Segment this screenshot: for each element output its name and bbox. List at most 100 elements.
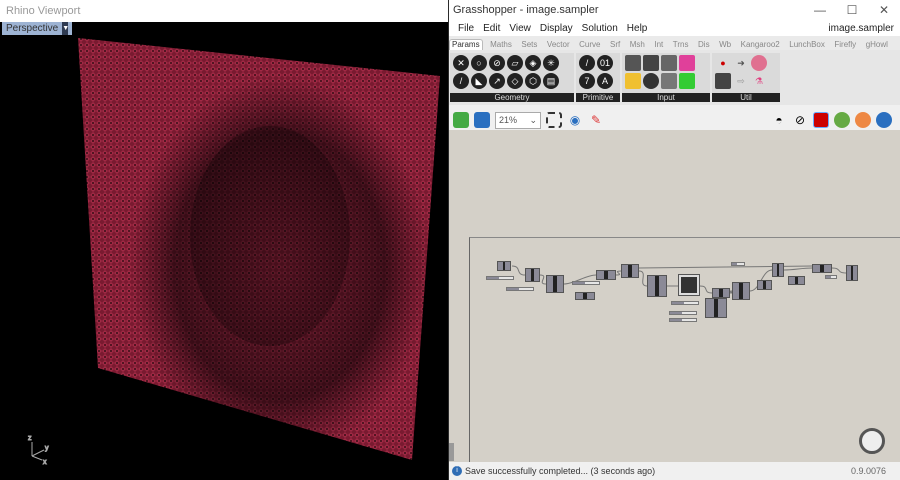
brep-icon[interactable]: ⬡ [525, 73, 541, 89]
number-slider[interactable] [669, 318, 697, 322]
field-icon[interactable]: ▤ [543, 73, 559, 89]
component-node[interactable] [772, 263, 784, 277]
tab-params[interactable]: Params [449, 39, 483, 50]
mesh-icon[interactable]: ✳ [543, 55, 559, 71]
number-slider[interactable] [731, 262, 745, 266]
component-node[interactable] [705, 298, 727, 318]
geometry-icon[interactable]: ✕ [453, 55, 469, 71]
wireframe-icon[interactable]: ⊘ [792, 112, 808, 128]
save-icon[interactable] [474, 112, 490, 128]
tab-sets[interactable]: Sets [519, 40, 539, 50]
menu-view[interactable]: View [509, 23, 531, 34]
selected-preview-icon[interactable] [834, 112, 850, 128]
tab-curve[interactable]: Curve [577, 40, 602, 50]
button-icon[interactable] [643, 73, 659, 89]
tab-trns[interactable]: Trns [671, 40, 691, 50]
box-icon[interactable]: ◈ [525, 55, 541, 71]
close-button[interactable]: ✕ [868, 3, 900, 17]
component-ribbon: ✕ ○ ⊘ ▱ ◈ ✳ / ◣ ↗ ◇ ⬡ ▤ Geometry /01 7 A Primitive I… [449, 50, 900, 105]
sphere-icon[interactable] [876, 112, 892, 128]
slider-icon[interactable] [661, 55, 677, 71]
component-node[interactable] [812, 264, 832, 273]
vector-icon[interactable]: ↗ [489, 73, 505, 89]
maximize-button[interactable]: ☐ [836, 3, 868, 17]
tab-kangaroo2[interactable]: Kangaroo2 [739, 40, 782, 50]
plane-icon[interactable]: ◇ [507, 73, 523, 89]
zoom-extents-icon[interactable] [546, 112, 562, 128]
perspective-view-menu[interactable]: Perspective ▼ [2, 22, 73, 35]
component-node[interactable] [575, 292, 595, 300]
number-slider[interactable] [506, 287, 534, 291]
menu-help[interactable]: Help [627, 23, 648, 34]
image-sampler-icon[interactable] [679, 73, 695, 89]
panel-icon[interactable] [643, 55, 659, 71]
shaded-preview-icon[interactable] [813, 112, 829, 128]
component-node[interactable] [621, 264, 639, 278]
number-slider[interactable] [671, 301, 699, 305]
open-icon[interactable] [453, 112, 469, 128]
grasshopper-canvas[interactable] [449, 130, 900, 462]
arrow-outline-icon[interactable]: ⇨ [733, 73, 749, 89]
navigation-compass-icon[interactable] [859, 428, 885, 454]
data-dam-icon[interactable] [751, 55, 767, 71]
menu-edit[interactable]: Edit [483, 23, 500, 34]
wire [638, 270, 648, 287]
tab-wb[interactable]: Wb [717, 40, 733, 50]
arc-icon[interactable]: ◣ [471, 73, 487, 89]
minimize-button[interactable]: — [804, 3, 836, 17]
number-icon[interactable]: / [579, 55, 595, 71]
component-node[interactable] [647, 275, 667, 297]
chevron-down-icon[interactable]: ▼ [62, 22, 69, 35]
tab-maths[interactable]: Maths [488, 40, 514, 50]
tab-srf[interactable]: Srf [608, 40, 622, 50]
component-node[interactable] [712, 288, 730, 298]
graph-icon[interactable] [625, 73, 641, 89]
curve-icon[interactable]: ⊘ [489, 55, 505, 71]
number-slider[interactable] [572, 281, 600, 285]
number-slider[interactable] [825, 275, 837, 279]
component-node[interactable] [788, 276, 805, 285]
material-icon[interactable] [855, 112, 871, 128]
surface-icon[interactable]: ▱ [507, 55, 523, 71]
gradient-icon[interactable] [679, 55, 695, 71]
cherry-icon[interactable]: ● [715, 55, 731, 71]
arrow-right-icon[interactable]: ➜ [733, 55, 749, 71]
eye-icon[interactable]: ◉ [567, 112, 583, 128]
zoom-select[interactable]: 21% ⌄ [495, 111, 541, 129]
value-list-icon[interactable] [661, 73, 677, 89]
tab-lunchbox[interactable]: LunchBox [787, 40, 827, 50]
menu-solution[interactable]: Solution [582, 23, 618, 34]
menu-file[interactable]: File [458, 23, 474, 34]
flask-icon[interactable]: ⚗ [751, 73, 767, 89]
image-sampler-node[interactable] [678, 274, 700, 296]
number-slider[interactable] [669, 311, 697, 315]
viewport-canvas[interactable]: z yx [0, 36, 448, 480]
circle-icon[interactable]: ○ [471, 55, 487, 71]
component-node[interactable] [757, 280, 772, 290]
tab-vector[interactable]: Vector [545, 40, 572, 50]
component-node[interactable] [525, 268, 540, 282]
preview-icon[interactable]: ◓ [771, 112, 787, 128]
number-slider[interactable] [486, 276, 514, 280]
component-node[interactable] [497, 261, 511, 271]
version: 0.9.0076 [850, 466, 886, 476]
component-node[interactable] [846, 265, 858, 281]
menu-display[interactable]: Display [540, 23, 573, 34]
text-icon[interactable]: A [597, 73, 613, 89]
component-node[interactable] [546, 275, 564, 293]
sketch-pen-icon[interactable]: ✎ [588, 112, 604, 128]
tab-firefly[interactable]: Firefly [832, 40, 858, 50]
import-icon[interactable] [625, 55, 641, 71]
component-node[interactable] [596, 270, 616, 280]
tree-icon[interactable] [715, 73, 731, 89]
integer-icon[interactable]: 7 [579, 73, 595, 89]
tab-msh[interactable]: Msh [628, 40, 647, 50]
tab-dis[interactable]: Dis [696, 40, 712, 50]
status-message: Save successfully completed... (3 second… [465, 466, 656, 476]
tab-int[interactable]: Int [652, 40, 665, 50]
boolean-icon[interactable]: 01 [597, 55, 613, 71]
component-node[interactable] [732, 282, 750, 300]
line-icon[interactable]: / [453, 73, 469, 89]
tab-ghowl[interactable]: gHowl [864, 40, 890, 50]
menu-bar: File Edit View Display Solution Help ima… [449, 20, 900, 36]
